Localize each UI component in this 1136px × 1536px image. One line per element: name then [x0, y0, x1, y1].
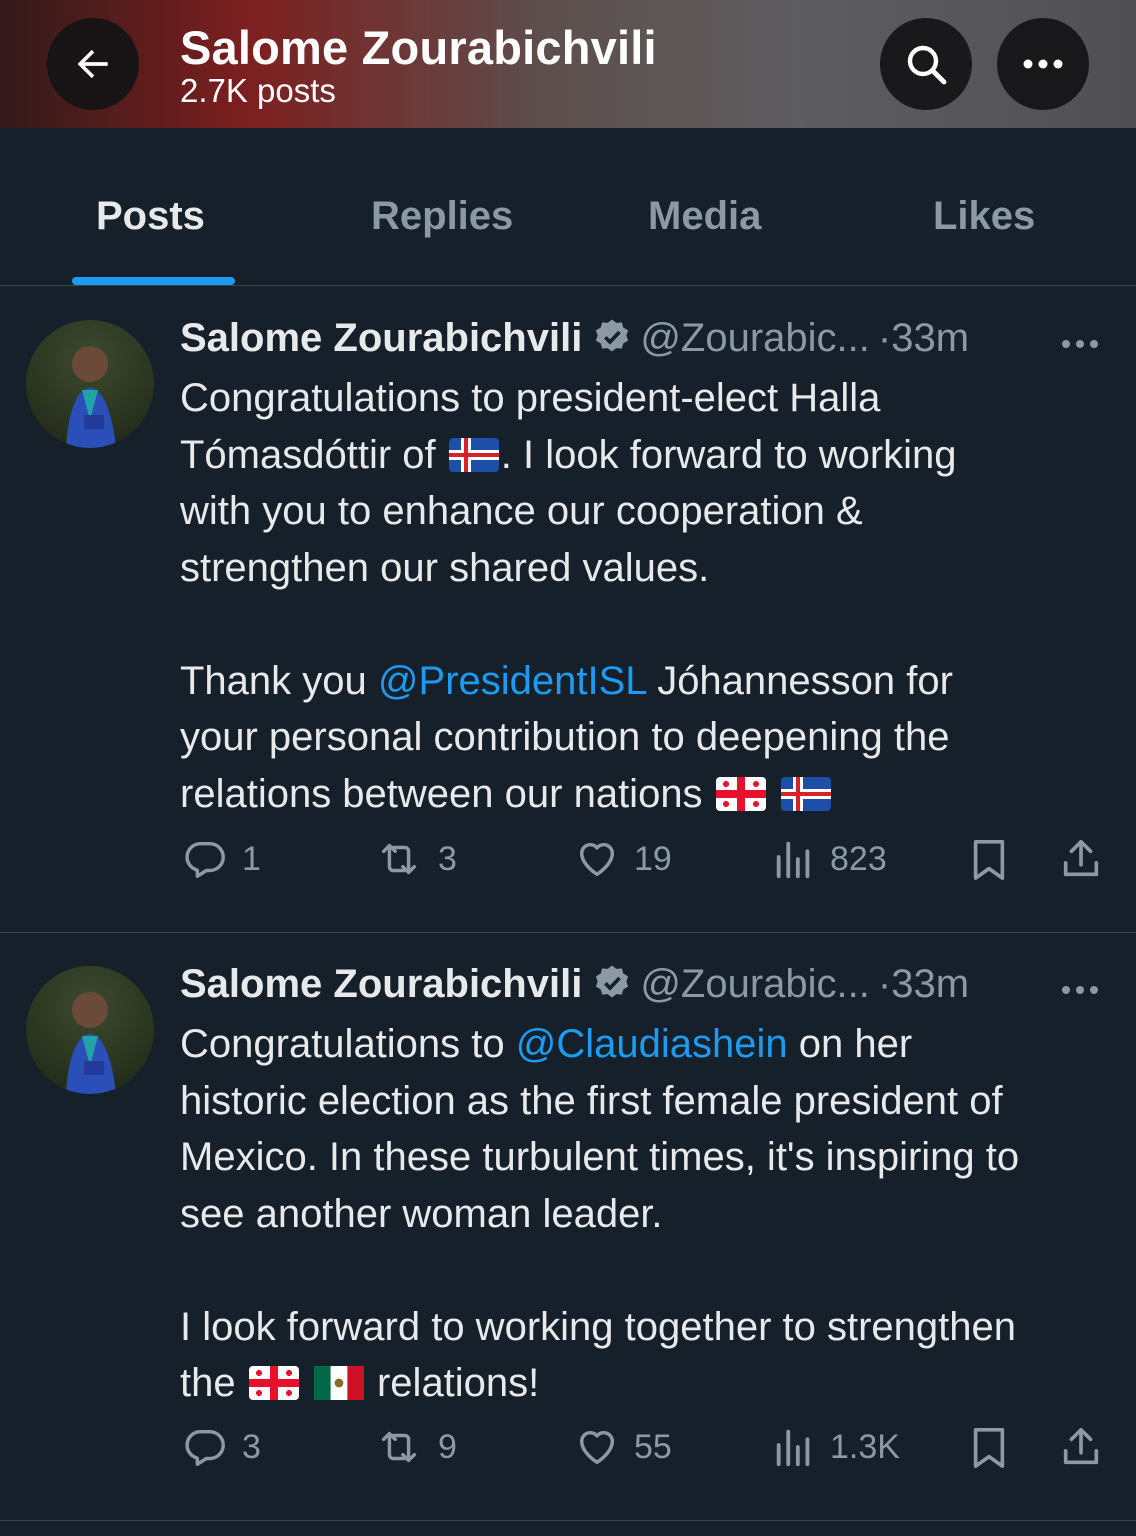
author-handle[interactable]: @Zourabic... [640, 962, 870, 1006]
more-options-button[interactable] [997, 18, 1089, 110]
separator: · [877, 962, 892, 1006]
tweet[interactable]: Salome Zourabichvili @Zourabic... ·33m Con… [0, 286, 1136, 933]
view-count: 823 [830, 839, 887, 878]
text-line: strengthen our shared values. [180, 545, 710, 590]
author-handle[interactable]: @Zourabic... [640, 316, 870, 360]
profile-tabs: Posts Replies Media Likes [0, 128, 1136, 286]
text-line: relations between our nations [180, 766, 1120, 823]
text-line: see another woman leader. [180, 1191, 663, 1236]
tab-replies[interactable]: Replies [371, 194, 513, 239]
repost-icon [381, 1431, 417, 1463]
tab-posts[interactable]: Posts [96, 194, 205, 239]
arrow-left-icon [77, 49, 108, 79]
text-line: with you to enhance our cooperation & [180, 489, 863, 533]
mention-link[interactable]: @PresidentISL [378, 659, 646, 703]
repost-icon [381, 843, 417, 875]
like-button[interactable]: 19 [574, 836, 672, 882]
tweet-more-button[interactable] [1060, 336, 1100, 354]
tweet-actions: 3 9 55 1.3K [0, 1424, 1136, 1484]
share-icon [1063, 839, 1099, 877]
iceland-flag-icon [780, 776, 831, 811]
text-line: your personal contribution to deepening … [180, 715, 950, 759]
tab-likes[interactable]: Likes [933, 194, 1035, 239]
more-icon [1023, 59, 1063, 69]
georgia-flag-icon [715, 776, 766, 811]
text-segment: on her [798, 1022, 913, 1066]
timestamp[interactable]: 33m [891, 316, 969, 360]
repost-button[interactable]: 9 [374, 1424, 457, 1470]
reply-count: 1 [242, 839, 261, 878]
share-icon [1063, 1427, 1099, 1465]
author-name[interactable]: Salome Zourabichvili [180, 962, 582, 1006]
text-line: Congratulations to @Claudiashein on her [180, 1016, 1120, 1073]
text-line: the relations! [180, 1355, 1120, 1412]
search-icon [907, 45, 947, 85]
georgia-flag-icon [248, 1366, 299, 1400]
text-segment: Congratulations to [180, 1022, 505, 1066]
repost-count: 9 [438, 1427, 457, 1466]
repost-button[interactable]: 3 [374, 836, 457, 882]
text-line: Mexico. In these turbulent times, it's i… [180, 1135, 1020, 1179]
author-name[interactable]: Salome Zourabichvili [180, 316, 582, 360]
like-count: 19 [634, 839, 672, 878]
share-button[interactable] [1058, 836, 1118, 882]
bookmark-button[interactable] [968, 1424, 1024, 1472]
timestamp[interactable]: 33m [891, 962, 969, 1006]
bookmark-icon [973, 1428, 1005, 1468]
reply-icon [185, 1429, 225, 1466]
post-count: 2.7K posts [180, 72, 336, 109]
repost-count: 3 [438, 839, 457, 878]
active-tab-indicator [72, 277, 235, 285]
mention-link[interactable]: @Claudiashein [516, 1022, 788, 1066]
text-line: Congratulations to president-elect Halla [180, 376, 881, 420]
text-segment: Thank you [180, 658, 367, 703]
heart-icon [579, 1430, 615, 1465]
tweet-more-button[interactable] [1060, 982, 1100, 1000]
bookmark-button[interactable] [968, 836, 1024, 884]
avatar[interactable] [26, 320, 154, 448]
profile-name: Salome Zourabichvili [180, 21, 657, 74]
mexico-flag-icon [313, 1366, 364, 1400]
back-button[interactable] [47, 18, 139, 110]
text-line: Thank you @PresidentISL Jóhannesson for [180, 653, 1120, 710]
text-line: historic election as the first female pr… [180, 1078, 1003, 1123]
view-count: 1.3K [830, 1427, 900, 1466]
views-button[interactable]: 1.3K [772, 1424, 900, 1470]
views-button[interactable]: 823 [772, 836, 887, 882]
text-segment: Tómasdóttir of [180, 432, 436, 477]
views-chart-icon [776, 841, 810, 879]
avatar[interactable] [26, 966, 154, 1094]
tweet-text: Congratulations to @Claudiashein on her … [180, 1016, 1120, 1412]
heart-icon [579, 842, 615, 877]
reply-button[interactable]: 3 [182, 1424, 261, 1470]
reply-icon [185, 841, 225, 878]
text-segment: relations between our nations [180, 771, 703, 816]
text-segment: the [180, 1361, 236, 1405]
tab-media[interactable]: Media [648, 194, 761, 239]
like-button[interactable]: 55 [574, 1424, 672, 1470]
profile-header: Salome Zourabichvili 2.7K posts [0, 0, 1136, 128]
tweet[interactable]: Salome Zourabichvili @Zourabic... ·33m Con… [0, 932, 1136, 1521]
bookmark-icon [973, 840, 1005, 880]
views-chart-icon [776, 1429, 810, 1467]
more-icon [1062, 340, 1098, 348]
iceland-flag-icon [448, 437, 499, 472]
more-icon [1062, 986, 1098, 994]
tweet-text: Congratulations to president-elect Halla… [180, 370, 1120, 822]
search-button[interactable] [880, 18, 972, 110]
like-count: 55 [634, 1427, 672, 1466]
reply-button[interactable]: 1 [182, 836, 261, 882]
verified-badge-icon [596, 965, 629, 998]
text-segment: Jóhannesson for [657, 658, 953, 703]
text-segment: relations! [376, 1361, 540, 1405]
text-line: I look forward to working together to st… [180, 1304, 1017, 1349]
verified-badge-icon [596, 319, 629, 352]
separator: · [877, 316, 892, 360]
share-button[interactable] [1058, 1424, 1118, 1470]
tweet-actions: 1 3 19 823 [0, 836, 1136, 896]
text-line: Tómasdóttir of . I look forward to worki… [180, 427, 1120, 484]
text-segment: . I look forward to working [500, 432, 957, 477]
reply-count: 3 [242, 1427, 261, 1466]
